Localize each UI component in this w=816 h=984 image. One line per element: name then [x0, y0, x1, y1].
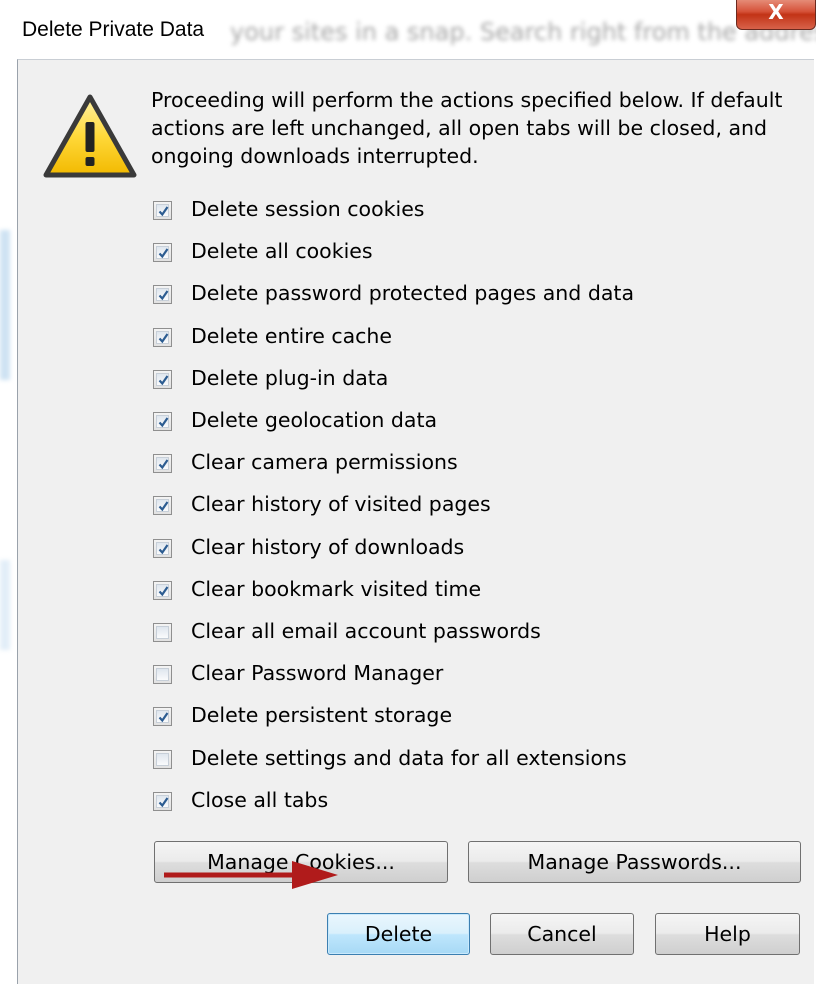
option-checkbox[interactable]: [153, 749, 172, 769]
option-row[interactable]: Clear all email account passwords: [153, 617, 773, 647]
option-checkbox[interactable]: [153, 201, 172, 220]
option-label: Delete password protected pages and data: [191, 281, 635, 306]
close-button[interactable]: X: [736, 0, 816, 30]
close-icon: X: [768, 0, 784, 24]
option-row[interactable]: Delete all cookies: [153, 237, 773, 267]
checkbox-box: [156, 499, 169, 513]
option-row[interactable]: Delete settings and data for all extensi…: [153, 744, 773, 774]
option-checkbox[interactable]: [153, 538, 172, 558]
checkmark-icon: [158, 712, 169, 723]
option-checkbox[interactable]: [153, 665, 172, 685]
option-checkbox[interactable]: [153, 707, 172, 727]
help-button[interactable]: Help: [655, 913, 800, 955]
dialog-title: Delete Private Data: [22, 18, 205, 41]
option-label: Delete settings and data for all extensi…: [191, 745, 627, 770]
checkmark-icon: [158, 501, 169, 512]
checkmark-icon: [158, 543, 169, 554]
checkbox-box: [156, 668, 169, 682]
option-label: Clear all email account passwords: [191, 619, 541, 643]
option-row[interactable]: Delete geolocation data: [153, 406, 773, 436]
checkmark-icon: [158, 797, 169, 808]
option-label: Clear bookmark visited time: [191, 576, 482, 601]
option-row[interactable]: Clear history of visited pages: [153, 490, 773, 520]
option-checkbox[interactable]: [153, 791, 172, 811]
option-row[interactable]: Clear bookmark visited time: [153, 575, 773, 605]
checkmark-icon: [158, 248, 169, 259]
checkbox-box: [156, 204, 169, 217]
checkbox-box: [156, 246, 169, 260]
option-label: Delete all cookies: [191, 239, 373, 264]
option-row[interactable]: Delete entire cache: [153, 322, 773, 352]
checkmark-icon: [158, 375, 169, 386]
option-label: Delete persistent storage: [191, 703, 453, 728]
checkmark-icon: [158, 332, 169, 343]
checkbox-box: [156, 372, 169, 386]
option-row[interactable]: Delete persistent storage: [153, 701, 773, 731]
delete-private-data-dialog: Delete Private Data X Proceeding will pe…: [0, 0, 816, 984]
checkmark-icon: [158, 586, 169, 597]
option-checkbox[interactable]: [153, 412, 172, 431]
option-checkbox[interactable]: [153, 496, 172, 516]
checkbox-box: [156, 330, 169, 344]
checkbox-box: [156, 415, 169, 428]
option-row[interactable]: Clear camera permissions: [153, 448, 773, 478]
option-checkbox[interactable]: [153, 454, 172, 474]
option-row[interactable]: Clear history of downloads: [153, 533, 773, 563]
dialog-body: Proceeding will perform the actions spec…: [17, 59, 814, 984]
option-label: Clear history of downloads: [191, 534, 465, 559]
checkbox-box: [156, 457, 169, 471]
option-row[interactable]: Clear Password Manager: [153, 659, 773, 689]
option-label: Delete session cookies: [191, 197, 425, 221]
warning-message: Proceeding will perform the actions spec…: [151, 88, 783, 168]
checkmark-icon: [158, 417, 169, 428]
option-checkbox[interactable]: [153, 623, 172, 642]
option-row[interactable]: Delete plug-in data: [153, 364, 773, 394]
cancel-button[interactable]: Cancel: [490, 913, 634, 955]
option-label: Delete plug-in data: [191, 365, 389, 390]
checkbox-box: [156, 541, 169, 555]
red-arrow-annotation: [164, 861, 338, 889]
checkbox-box: [156, 288, 169, 302]
checkbox-box: [156, 794, 169, 808]
option-label: Delete geolocation data: [191, 408, 438, 432]
option-checkbox[interactable]: [153, 243, 172, 263]
option-label: Delete entire cache: [191, 323, 393, 348]
checkmark-icon: [158, 206, 169, 217]
option-row[interactable]: Close all tabs: [153, 786, 773, 816]
option-label: Clear history of visited pages: [191, 492, 491, 517]
option-checkbox[interactable]: [153, 580, 172, 600]
checkmark-icon: [158, 290, 169, 301]
option-checkbox[interactable]: [153, 285, 172, 305]
option-label: Close all tabs: [191, 787, 329, 812]
checkbox-box: [156, 626, 169, 639]
title-bar[interactable]: Delete Private Data X: [0, 0, 816, 60]
option-label: Clear camera permissions: [191, 450, 458, 475]
delete-button[interactable]: Delete: [327, 913, 470, 955]
option-row[interactable]: Delete session cookies: [153, 195, 773, 225]
option-row[interactable]: Delete password protected pages and data: [153, 279, 773, 309]
manage-passwords-button[interactable]: Manage Passwords...: [468, 841, 801, 883]
option-checkbox[interactable]: [153, 327, 172, 347]
option-label: Clear Password Manager: [191, 661, 444, 686]
option-checkbox[interactable]: [153, 369, 172, 389]
checkbox-box: [156, 583, 169, 597]
checkbox-box: [156, 710, 169, 724]
checkmark-icon: [158, 459, 169, 470]
checkbox-box: [156, 752, 169, 766]
warning-triangle-icon: [43, 94, 137, 178]
